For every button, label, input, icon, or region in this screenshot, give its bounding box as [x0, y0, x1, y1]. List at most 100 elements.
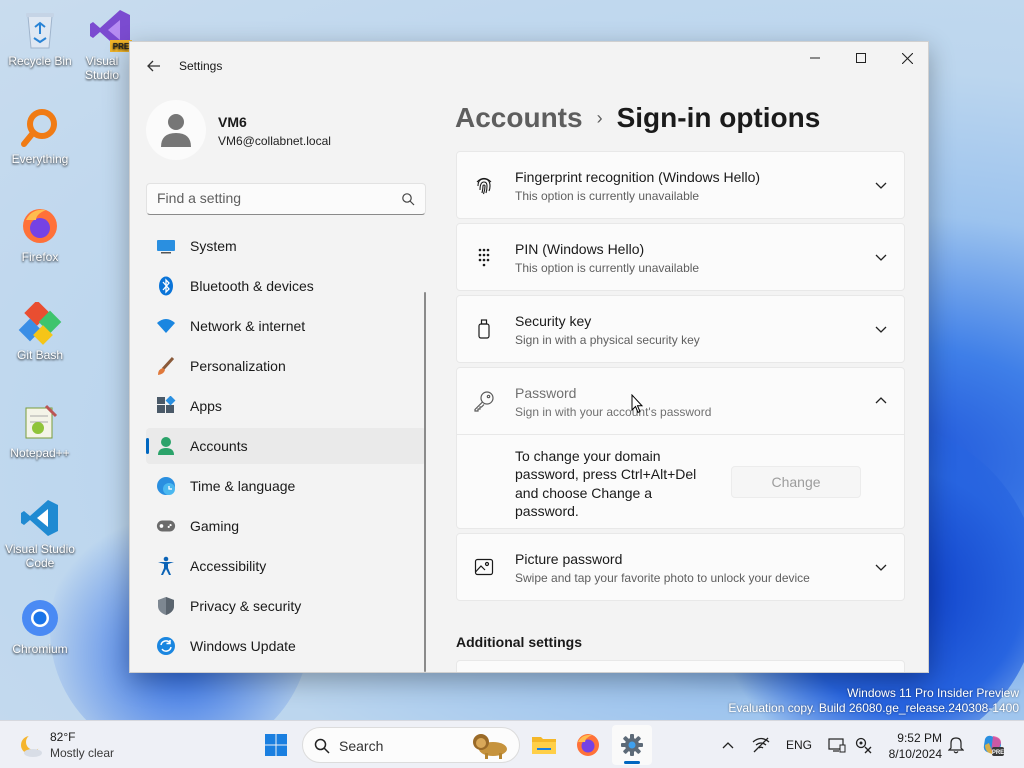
input-language-indicator[interactable]: ENG: [782, 733, 816, 757]
svg-text:PRE: PRE: [113, 42, 130, 51]
sidebar-item-personalization[interactable]: Personalization: [146, 348, 426, 384]
show-hidden-icons-button[interactable]: [718, 733, 738, 757]
taskbar-file-explorer[interactable]: [524, 725, 564, 765]
everything-search-icon: [18, 106, 62, 150]
notepad-plus-plus-icon: [18, 400, 62, 444]
gear-icon: [621, 734, 643, 756]
maximize-icon: [856, 53, 866, 63]
moon-weather-icon: [21, 734, 42, 757]
page-title: Sign-in options: [616, 102, 821, 133]
key-icon: [473, 390, 495, 412]
sidebar-scrollbar[interactable]: [424, 292, 426, 672]
taskbar-firefox[interactable]: [568, 725, 608, 765]
sidebar-item-bluetooth[interactable]: Bluetooth & devices: [146, 268, 426, 304]
sidebar-item-time-language[interactable]: Time & language: [146, 468, 426, 504]
chevron-down-icon: [875, 182, 887, 189]
taskbar-settings[interactable]: [612, 725, 652, 765]
pin-keypad-icon: [473, 246, 495, 268]
desktop-icon-chromium[interactable]: Chromium: [0, 596, 80, 656]
chevron-down-icon: [875, 326, 887, 333]
maximize-button[interactable]: [838, 42, 884, 74]
recycle-bin-icon: [18, 8, 62, 52]
bluetooth-icon: [156, 276, 176, 296]
user-profile[interactable]: VM6 VM6@collabnet.local: [146, 100, 426, 160]
visual-studio-icon: PRE: [88, 8, 132, 52]
desktop-icon-vscode[interactable]: Visual Studio Code: [0, 496, 80, 570]
desktop-icon-everything[interactable]: Everything: [0, 106, 80, 166]
firefox-icon: [18, 204, 62, 248]
accessibility-tray-button[interactable]: [852, 733, 874, 757]
network-disconnected-icon: [752, 737, 770, 753]
search-input[interactable]: [157, 190, 387, 206]
windows-update-icon: [156, 636, 176, 656]
windows-logo-icon: [265, 734, 287, 756]
taskbar-clock[interactable]: 9:52 PM 8/10/2024: [884, 730, 942, 762]
settings-window: Settings VM6 VM6@collabnet.local System …: [129, 41, 929, 673]
title-bar[interactable]: Settings: [130, 42, 928, 90]
password-expanded-body: To change your domain password, press Ct…: [457, 434, 904, 528]
breadcrumb-accounts-link[interactable]: Accounts: [455, 102, 583, 134]
option-password[interactable]: Password Sign in with your account's pas…: [456, 367, 905, 529]
arrow-left-icon: [147, 60, 160, 72]
sidebar-item-accounts[interactable]: Accounts: [146, 428, 426, 464]
desktop-icon-firefox[interactable]: Firefox: [0, 204, 80, 264]
sidebar-item-apps[interactable]: Apps: [146, 388, 426, 424]
chevron-up-icon: [875, 397, 887, 404]
sidebar-item-network[interactable]: Network & internet: [146, 308, 426, 344]
svg-text:PRE: PRE: [992, 750, 1004, 756]
sidebar-item-windows-update[interactable]: Windows Update: [146, 628, 426, 664]
minimize-icon: [810, 57, 820, 59]
picture-password-icon: [473, 556, 495, 578]
security-key-icon: [473, 318, 495, 340]
settings-search[interactable]: [146, 183, 426, 215]
start-button[interactable]: [256, 725, 296, 765]
sidebar-item-privacy-security[interactable]: Privacy & security: [146, 588, 426, 624]
accounts-icon: [156, 436, 176, 456]
settings-tray-icon: [855, 737, 872, 754]
taskbar: 82°F Mostly clear Search ENG 9:52 PM 8/1…: [0, 720, 1024, 768]
chevron-down-icon: [875, 564, 887, 571]
close-button[interactable]: [884, 42, 928, 74]
network-status-button[interactable]: [750, 733, 772, 757]
breadcrumb-separator: ›: [596, 107, 603, 128]
chevron-down-icon: [875, 254, 887, 261]
option-pin[interactable]: PIN (Windows Hello) This option is curre…: [456, 223, 905, 291]
desktop-icon-recycle-bin[interactable]: Recycle Bin: [0, 8, 80, 68]
person-icon: [161, 114, 191, 147]
sidebar-item-accessibility[interactable]: Accessibility: [146, 548, 426, 584]
weather-widget[interactable]: 82°F Mostly clear: [12, 727, 132, 763]
desktop-icon-git-bash[interactable]: Git Bash: [0, 302, 80, 362]
monitor-icon: [828, 738, 846, 753]
close-icon: [901, 52, 913, 64]
time-language-icon: [156, 476, 176, 496]
display-tray-button[interactable]: [826, 733, 848, 757]
option-picture-password[interactable]: Picture password Swipe and tap your favo…: [456, 533, 905, 601]
desktop-icon-notepad-plus-plus[interactable]: Notepad++: [0, 400, 80, 460]
mouse-cursor-icon: [631, 394, 643, 414]
additional-settings-card[interactable]: [456, 660, 905, 672]
git-bash-icon: [18, 302, 62, 346]
evaluation-watermark: Windows 11 Pro Insider Preview Evaluatio…: [728, 686, 1019, 715]
copilot-button[interactable]: PRE: [980, 733, 1006, 757]
notifications-button[interactable]: [946, 733, 966, 757]
copilot-icon: PRE: [983, 735, 1004, 756]
additional-settings-heading: Additional settings: [456, 634, 582, 650]
avatar: [146, 100, 206, 160]
fingerprint-icon: [473, 174, 495, 196]
taskbar-search[interactable]: Search: [302, 727, 520, 763]
bell-icon: [948, 737, 964, 754]
option-fingerprint[interactable]: Fingerprint recognition (Windows Hello) …: [456, 151, 905, 219]
sidebar-item-system[interactable]: System: [146, 228, 426, 264]
minimize-button[interactable]: [792, 42, 838, 74]
vscode-icon: [18, 496, 62, 540]
change-password-button[interactable]: Change: [731, 466, 861, 498]
firefox-icon: [577, 734, 599, 756]
user-name: VM6: [218, 114, 247, 130]
password-header[interactable]: Password Sign in with your account's pas…: [457, 368, 904, 434]
back-button[interactable]: [142, 54, 166, 78]
sidebar-nav: System Bluetooth & devices Network & int…: [146, 228, 426, 668]
sidebar-item-gaming[interactable]: Gaming: [146, 508, 426, 544]
paintbrush-icon: [156, 356, 176, 376]
password-change-instructions: To change your domain password, press Ct…: [515, 448, 697, 520]
option-security-key[interactable]: Security key Sign in with a physical sec…: [456, 295, 905, 363]
